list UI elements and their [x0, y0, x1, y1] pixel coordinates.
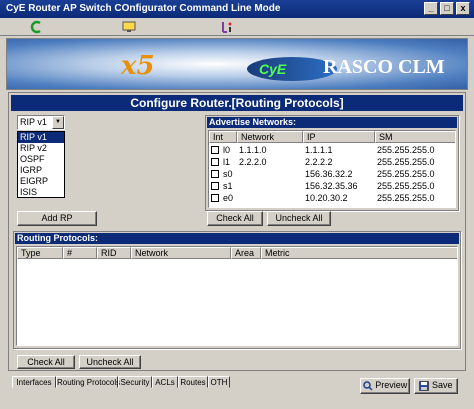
column-header-network[interactable]: Network: [237, 131, 303, 143]
maximize-button[interactable]: □: [440, 2, 454, 15]
cell-int: s0: [223, 169, 233, 179]
save-button-label: Save: [432, 380, 453, 390]
row-checkbox[interactable]: [211, 170, 219, 178]
info-icon[interactable]: [220, 20, 234, 34]
cell-network: 1.1.1.0: [239, 145, 267, 155]
uncheck-all-routing-button[interactable]: Uncheck All: [79, 355, 141, 369]
row-checkbox[interactable]: [211, 194, 219, 202]
preview-button-label: Preview: [375, 380, 408, 390]
cell-ip: 1.1.1.1: [305, 145, 333, 155]
column-header-number[interactable]: #: [63, 247, 97, 259]
protocol-option[interactable]: RIP v1: [18, 132, 64, 143]
column-header-ip[interactable]: IP: [303, 131, 375, 143]
main-panel: Configure Router.[Routing Protocols] RIP…: [8, 92, 466, 371]
check-all-routing-button[interactable]: Check All: [17, 355, 75, 369]
window-title: CyE Router AP Switch COnfigurator Comman…: [6, 3, 281, 14]
floppy-disk-icon: [419, 380, 430, 391]
row-checkbox[interactable]: [211, 146, 219, 154]
close-button[interactable]: x: [456, 2, 470, 15]
tab-security[interactable]: Security: [118, 376, 152, 388]
title-bar: CyE Router AP Switch COnfigurator Comman…: [0, 0, 474, 18]
protocol-options-list[interactable]: RIP v1 RIP v2 OSPF IGRP EIGRP ISIS: [17, 131, 65, 198]
routing-protocols-group: Routing Protocols: Type # RID Network Ar…: [13, 231, 461, 349]
cell-sm: 255.255.255.0: [377, 193, 435, 203]
banner-brand: RASCO CLM: [323, 56, 445, 78]
preview-button[interactable]: Preview: [360, 378, 410, 394]
cell-network: 2.2.2.0: [239, 157, 267, 167]
protocol-select-value: RIP v1: [20, 117, 47, 127]
magnifier-icon: [362, 380, 373, 391]
banner-logo-mark: x5: [121, 51, 155, 81]
cell-int: l0: [223, 145, 231, 155]
minimize-button[interactable]: _: [424, 2, 438, 15]
brand-banner: x5 CyE RASCO CLM: [6, 38, 468, 90]
column-header-network[interactable]: Network: [131, 247, 231, 259]
column-header-metric[interactable]: Metric: [261, 247, 457, 259]
uncheck-all-advertise-button[interactable]: Uncheck All: [267, 211, 331, 226]
column-header-int[interactable]: Int: [209, 131, 237, 143]
tab-oth[interactable]: OTH: [208, 376, 230, 388]
save-button[interactable]: Save: [414, 378, 458, 394]
tab-interfaces[interactable]: Interfaces: [12, 376, 56, 388]
routing-protocols-table: Type # RID Network Area Metric: [16, 246, 458, 346]
cell-int: s1: [223, 181, 233, 191]
cell-int: e0: [223, 193, 234, 203]
advertise-networks-title: Advertise Networks:: [207, 117, 457, 128]
cell-sm: 255.255.255.0: [377, 181, 435, 191]
cell-ip: 156.36.32.2: [305, 169, 353, 179]
row-checkbox[interactable]: [211, 158, 219, 166]
cell-sm: 255.255.255.0: [377, 145, 435, 155]
advertise-networks-table: Int Network IP SM l0 1.1.1.0 1.1.1.1 255…: [208, 130, 456, 208]
protocol-select[interactable]: RIP v1 ▼: [17, 115, 65, 130]
row-checkbox[interactable]: [211, 182, 219, 190]
protocol-option[interactable]: IGRP: [18, 165, 64, 176]
check-all-advertise-button[interactable]: Check All: [207, 211, 263, 226]
column-header-type[interactable]: Type: [17, 247, 63, 259]
banner-brand-small: CyE: [259, 61, 287, 77]
advertise-networks-group: Advertise Networks: Int Network IP SM l0…: [205, 115, 459, 211]
column-header-sm[interactable]: SM: [375, 131, 455, 143]
protocol-option[interactable]: RIP v2: [18, 143, 64, 154]
cell-ip: 10.20.30.2: [305, 193, 348, 203]
protocol-option[interactable]: OSPF: [18, 154, 64, 165]
cell-ip: 156.32.35.36: [305, 181, 358, 191]
column-header-rid[interactable]: RID: [97, 247, 131, 259]
monitor-icon[interactable]: [122, 20, 136, 34]
cell-sm: 255.255.255.0: [377, 157, 435, 167]
chevron-down-icon[interactable]: ▼: [52, 116, 64, 129]
page-title: Configure Router.[Routing Protocols]: [11, 95, 463, 111]
routing-protocols-title: Routing Protocols:: [15, 233, 459, 244]
connect-icon[interactable]: [30, 20, 44, 34]
cell-sm: 255.255.255.0: [377, 169, 435, 179]
toolbar: [0, 18, 474, 36]
tab-acls[interactable]: ACLs: [152, 376, 178, 388]
protocol-option[interactable]: EIGRP: [18, 176, 64, 187]
tab-routes[interactable]: Routes: [178, 376, 208, 388]
column-header-area[interactable]: Area: [231, 247, 261, 259]
cell-int: l1: [223, 157, 231, 167]
tab-routing-protocols[interactable]: Routing Protocols: [56, 376, 120, 388]
add-rp-button[interactable]: Add RP: [17, 211, 97, 226]
protocol-option[interactable]: ISIS: [18, 187, 64, 198]
cell-ip: 2.2.2.2: [305, 157, 333, 167]
